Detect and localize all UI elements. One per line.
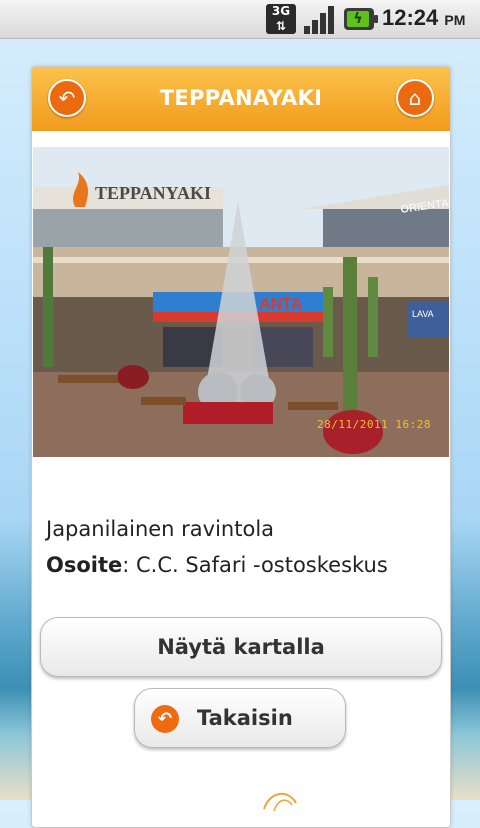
lava-sign: LAVA [412, 309, 434, 319]
restaurant-sign: TEPPANYAKI [95, 183, 211, 203]
photo-date-stamp: 28/11/2011 16:28 [317, 418, 431, 431]
back-arrow-icon[interactable]: ↶ [48, 79, 86, 117]
home-icon[interactable]: ⌂ [396, 79, 434, 117]
address-value: : C.C. Safari -ostoskeskus [122, 553, 388, 577]
restaurant-photo: TEPPANYAKI ORIENTA ANTA LAVA 28/11/2011 … [33, 147, 449, 457]
address-line: Osoite: C.C. Safari -ostoskeskus [46, 547, 388, 583]
show-on-map-button[interactable]: Näytä kartalla [40, 617, 442, 677]
category-text: Japanilainen ravintola [46, 517, 275, 541]
signal-strength-icon [304, 4, 336, 34]
status-bar: 3G ⇅ ϟ 12:24 PM [0, 0, 480, 39]
address-label: Osoite [46, 553, 123, 577]
app-logo-icon [263, 793, 297, 812]
battery-charging-icon: ϟ [344, 8, 378, 30]
back-button-label: Takaisin [197, 706, 293, 730]
network-3g-icon: 3G ⇅ [266, 4, 296, 34]
shop-sign: ANTA [259, 296, 303, 313]
page-title: TEPPANAYAKI [159, 86, 323, 110]
back-arrow-icon: ↶ [151, 705, 179, 733]
title-bar: ↶ TEPPANAYAKI ⌂ [32, 67, 450, 131]
back-button[interactable]: ↶ Takaisin [134, 688, 346, 748]
detail-card: ↶ TEPPANAYAKI ⌂ TEPPANYAKI ORIENTA ANTA … [31, 66, 451, 828]
restaurant-details: Japanilainen ravintola Osoite: C.C. Safa… [46, 511, 388, 583]
clock: 12:24 PM [382, 5, 466, 30]
